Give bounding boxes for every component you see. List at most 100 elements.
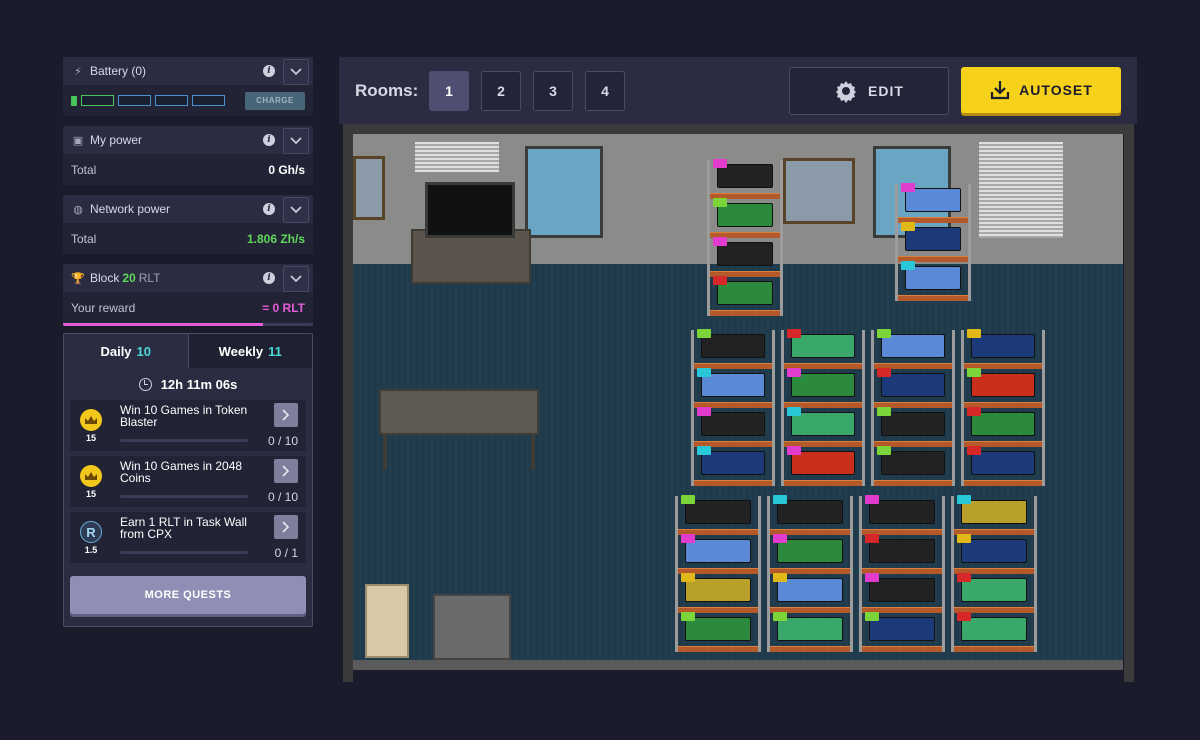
- rack-shelf[interactable]: [675, 612, 761, 652]
- miner-device[interactable]: [777, 500, 843, 524]
- rack-shelf[interactable]: [767, 573, 853, 613]
- reward-label: Your reward: [71, 300, 136, 315]
- rack-shelf[interactable]: [781, 407, 865, 447]
- rack-shelf[interactable]: [961, 368, 1045, 408]
- info-icon[interactable]: i: [263, 203, 275, 215]
- room-button-3[interactable]: 3: [533, 71, 573, 111]
- quest-go-button[interactable]: [274, 403, 298, 427]
- rack-shelf[interactable]: [707, 159, 783, 199]
- rack-shelf[interactable]: [691, 407, 775, 447]
- shelf-post: [781, 330, 784, 369]
- rack-shelf[interactable]: [691, 446, 775, 486]
- miner-device[interactable]: [869, 500, 935, 524]
- rack-shelf[interactable]: [691, 368, 775, 408]
- rack-shelf[interactable]: [691, 329, 775, 369]
- rack-shelf[interactable]: [871, 368, 955, 408]
- autoset-button[interactable]: AUTOSET: [961, 67, 1121, 113]
- tab-weekly[interactable]: Weekly 11: [188, 334, 312, 368]
- more-quests-button[interactable]: MORE QUESTS: [70, 576, 306, 614]
- room-button-2[interactable]: 2: [481, 71, 521, 111]
- armchair[interactable]: [433, 594, 511, 660]
- my-power-expand-button[interactable]: [283, 128, 309, 154]
- miner-device[interactable]: [685, 617, 751, 641]
- rack-shelf[interactable]: [767, 495, 853, 535]
- quest-timer-value: 12h 11m 06s: [160, 376, 238, 392]
- rack-shelf[interactable]: [859, 612, 945, 652]
- shelf-post: [1034, 535, 1037, 574]
- shelf-post: [758, 496, 761, 535]
- rack-shelf[interactable]: [859, 573, 945, 613]
- shelf-post: [859, 574, 862, 613]
- miner-icon: ▣: [72, 134, 84, 147]
- miner-device[interactable]: [685, 500, 751, 524]
- miner-device[interactable]: [961, 539, 1027, 563]
- miner-device[interactable]: [685, 539, 751, 563]
- rack-shelf[interactable]: [961, 407, 1045, 447]
- rack-shelf[interactable]: [961, 446, 1045, 486]
- rack-shelf[interactable]: [871, 407, 955, 447]
- miner-device[interactable]: [777, 578, 843, 602]
- room-button-4[interactable]: 4: [585, 71, 625, 111]
- rack-shelf[interactable]: [895, 222, 971, 262]
- rack-shelf[interactable]: [871, 329, 955, 369]
- rack-shelf[interactable]: [707, 276, 783, 316]
- rack-shelf[interactable]: [675, 573, 761, 613]
- rack-shelf[interactable]: [781, 368, 865, 408]
- reward-progress-fill: [63, 323, 263, 326]
- edit-button[interactable]: EDIT: [789, 67, 949, 115]
- sofa[interactable]: [365, 584, 409, 658]
- charge-button[interactable]: CHARGE: [245, 91, 305, 110]
- table-leg: [531, 434, 535, 470]
- miner-device[interactable]: [961, 500, 1027, 524]
- rack-shelf[interactable]: [781, 446, 865, 486]
- miner-device[interactable]: [961, 578, 1027, 602]
- mining-room[interactable]: [343, 124, 1134, 682]
- miner-device[interactable]: [869, 539, 935, 563]
- rack-shelf[interactable]: [781, 329, 865, 369]
- quest-go-button[interactable]: [274, 459, 298, 483]
- shelf-post: [968, 223, 971, 262]
- miner-device[interactable]: [777, 539, 843, 563]
- rack-shelf[interactable]: [859, 495, 945, 535]
- rack-shelf[interactable]: [859, 534, 945, 574]
- rack-shelf[interactable]: [675, 495, 761, 535]
- miner-tier-badge: [957, 573, 971, 582]
- quest-go-button[interactable]: [274, 515, 298, 539]
- rack-shelf[interactable]: [767, 534, 853, 574]
- info-icon[interactable]: i: [263, 134, 275, 146]
- battery-expand-button[interactable]: [283, 59, 309, 85]
- network-power-total-value: 1.806 Zh/s: [246, 231, 305, 246]
- info-icon[interactable]: i: [263, 65, 275, 77]
- rack-shelf[interactable]: [895, 183, 971, 223]
- rack-shelf[interactable]: [961, 329, 1045, 369]
- rack-shelf[interactable]: [707, 237, 783, 277]
- autoset-label: AUTOSET: [1019, 82, 1093, 98]
- miner-device[interactable]: [777, 617, 843, 641]
- table[interactable]: [379, 389, 539, 435]
- rack-shelf[interactable]: [675, 534, 761, 574]
- rack-shelf[interactable]: [871, 446, 955, 486]
- rack-shelf[interactable]: [951, 573, 1037, 613]
- miner-device[interactable]: [961, 617, 1027, 641]
- rack-shelf[interactable]: [951, 612, 1037, 652]
- television[interactable]: [425, 182, 515, 238]
- rack-shelf[interactable]: [951, 495, 1037, 535]
- rack-shelf[interactable]: [767, 612, 853, 652]
- info-icon[interactable]: i: [263, 272, 275, 284]
- rack-shelf[interactable]: [951, 534, 1037, 574]
- miner-tier-badge: [681, 573, 695, 582]
- shelf-board: [895, 295, 971, 301]
- network-power-body: Total 1.806 Zh/s: [63, 223, 313, 254]
- miner-device[interactable]: [685, 578, 751, 602]
- shelf-post: [780, 199, 783, 238]
- miner-device[interactable]: [869, 617, 935, 641]
- tab-daily[interactable]: Daily 10: [64, 334, 189, 368]
- room-button-1[interactable]: 1: [429, 71, 469, 111]
- block-expand-button[interactable]: [283, 266, 309, 292]
- miner-device[interactable]: [869, 578, 935, 602]
- shelf-post: [707, 199, 710, 238]
- rack-shelf[interactable]: [895, 261, 971, 301]
- network-power-expand-button[interactable]: [283, 197, 309, 223]
- shelf-post: [780, 277, 783, 316]
- rack-shelf[interactable]: [707, 198, 783, 238]
